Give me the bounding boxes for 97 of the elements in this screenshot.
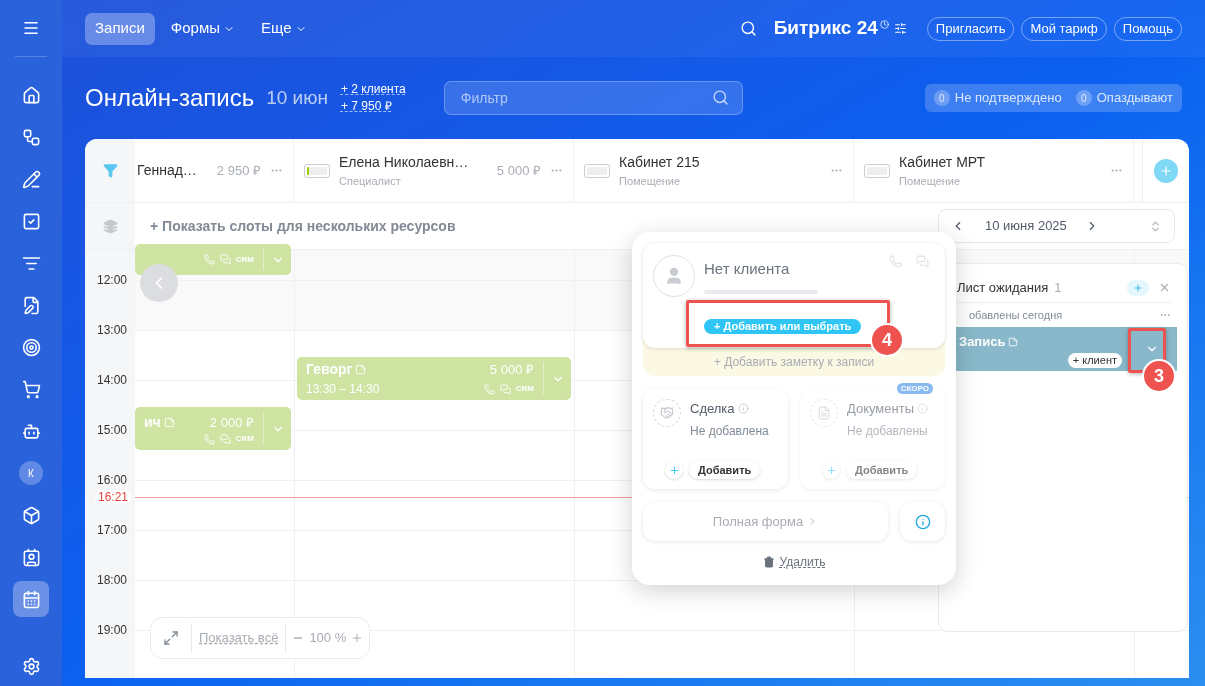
- chat-icon[interactable]: [499, 383, 511, 395]
- box-icon: [21, 505, 41, 525]
- counter-label[interactable]: Опаздывают: [1096, 88, 1173, 108]
- nav-tab[interactable]: Записи: [85, 12, 155, 45]
- hour-label: 19:00: [97, 623, 128, 637]
- nav-tab[interactable]: Формы: [160, 12, 245, 45]
- search-icon[interactable]: [739, 20, 757, 37]
- resource-type: Помещение: [899, 173, 962, 189]
- document-edit-icon: [21, 295, 41, 315]
- expand-arrows-icon[interactable]: [163, 630, 179, 646]
- handshake-icon: [660, 406, 674, 420]
- booking-price: 5 000 ₽: [489, 360, 534, 379]
- add-button[interactable]: Добавить: [689, 461, 761, 479]
- stat-link[interactable]: + 7 950 ₽: [340, 98, 406, 115]
- contact-card-icon: [21, 547, 41, 567]
- waiting-list-count: 1: [1054, 278, 1062, 297]
- zoom-in-icon[interactable]: [351, 632, 364, 644]
- date-label: 10 июня 2025: [985, 217, 1067, 236]
- brand-logo[interactable]: Битрикс 24: [773, 14, 878, 43]
- resource-header[interactable]: Кабинет МРТ Помещение: [854, 139, 1134, 202]
- user-avatar[interactable]: К: [19, 461, 43, 485]
- entry-title: Запись: [959, 333, 1006, 351]
- info-icon: [914, 513, 931, 530]
- current-time-label: 16:21: [95, 490, 132, 504]
- checkbox-icon: [21, 211, 41, 231]
- clock-icon: [879, 20, 889, 29]
- hour-label: 17:00: [97, 523, 128, 537]
- search-icon[interactable]: [711, 89, 729, 106]
- section-label: обавлены сегодня: [969, 307, 1063, 323]
- add-button[interactable]: [1127, 279, 1149, 296]
- client-name: Геворг: [306, 360, 353, 379]
- waiting-list-title: Лист ожидания: [957, 278, 1049, 297]
- client-name: Нет клиента: [704, 259, 791, 279]
- calendar-icon: [21, 589, 41, 609]
- nav-tab[interactable]: Еще: [251, 12, 317, 45]
- counter-badge: 0: [933, 90, 950, 106]
- resource-name: Кабинет МРТ: [899, 152, 987, 172]
- filter-icon[interactable]: [102, 163, 118, 178]
- resource-name: Кабинет 215: [619, 152, 701, 172]
- zoom-level: 100 %: [309, 629, 347, 648]
- target-icon: [21, 337, 41, 357]
- phone-icon[interactable]: [889, 255, 902, 268]
- resource-header[interactable]: Геннад… 2 950 ₽: [135, 139, 294, 202]
- sliders-icon[interactable]: [893, 22, 907, 35]
- note-icon: [1008, 336, 1019, 347]
- resource-header[interactable]: Елена Николаевн… Специалист 5 000 ₽: [294, 139, 574, 202]
- help-icon[interactable]: [737, 403, 749, 415]
- chat-icon[interactable]: [219, 433, 231, 445]
- chat-icon[interactable]: [219, 254, 231, 265]
- sidebar-item[interactable]: [13, 581, 49, 617]
- hour-label: 16:00: [97, 473, 128, 487]
- resource-name: Елена Николаевн…: [339, 152, 470, 172]
- page-title: Онлайн-запись: [85, 83, 255, 113]
- trash-icon[interactable]: [762, 556, 775, 568]
- pencil-icon: [21, 169, 41, 189]
- document-icon: [817, 406, 831, 420]
- note-icon: [355, 364, 367, 375]
- resource-type: Специалист: [339, 173, 402, 189]
- layers-icon[interactable]: [102, 218, 118, 234]
- card-title: Сделка: [690, 400, 735, 418]
- resource-type: Помещение: [619, 173, 682, 189]
- settings-icon[interactable]: [21, 657, 41, 676]
- plus-icon: [1133, 282, 1143, 293]
- booking-price: 2 000 ₽: [209, 413, 254, 432]
- close-icon[interactable]: [1158, 281, 1171, 294]
- stat-link[interactable]: + 2 клиента: [340, 81, 406, 98]
- note-icon: [163, 417, 175, 428]
- hour-label: 18:00: [97, 573, 128, 587]
- booking-time: 13:30 – 14:30: [306, 381, 380, 398]
- resource-price: 2 950 ₽: [216, 161, 261, 180]
- hour-label: 12:00: [97, 273, 128, 287]
- card-title: Документы: [847, 400, 914, 418]
- resource-price: 5 000 ₽: [496, 161, 541, 180]
- hour-label: 15:00: [97, 423, 128, 437]
- cart-icon: [21, 379, 41, 399]
- add-client-chip[interactable]: + клиент: [1067, 352, 1122, 368]
- hour-label: 14:00: [97, 373, 128, 387]
- resource-name: Геннад…: [137, 161, 198, 180]
- counter-label[interactable]: Не подтверждено: [954, 88, 1062, 108]
- client-name: ич: [144, 413, 161, 432]
- plus-icon: [1159, 163, 1173, 178]
- resource-header[interactable]: Кабинет 215 Помещение: [574, 139, 854, 202]
- show-slots-link[interactable]: + Показать слоты для нескольких ресурсов: [150, 215, 456, 237]
- page-date: 10 июн: [266, 85, 328, 110]
- home-icon: [21, 85, 41, 105]
- chat-icon[interactable]: [916, 255, 929, 268]
- menu-icon[interactable]: [22, 19, 40, 37]
- card-status: Не добавлена: [690, 422, 769, 440]
- delete-link[interactable]: Удалить: [779, 553, 826, 571]
- robot-icon: [21, 421, 41, 441]
- expand-icon[interactable]: [1149, 219, 1162, 233]
- nodes-icon: [21, 127, 41, 147]
- soon-badge: СКОРО: [896, 383, 933, 394]
- counter-badge: 0: [1075, 90, 1092, 106]
- add-resource-button[interactable]: [1154, 158, 1178, 183]
- hour-label: 13:00: [97, 323, 128, 337]
- card-status: Не добавлены: [847, 422, 928, 440]
